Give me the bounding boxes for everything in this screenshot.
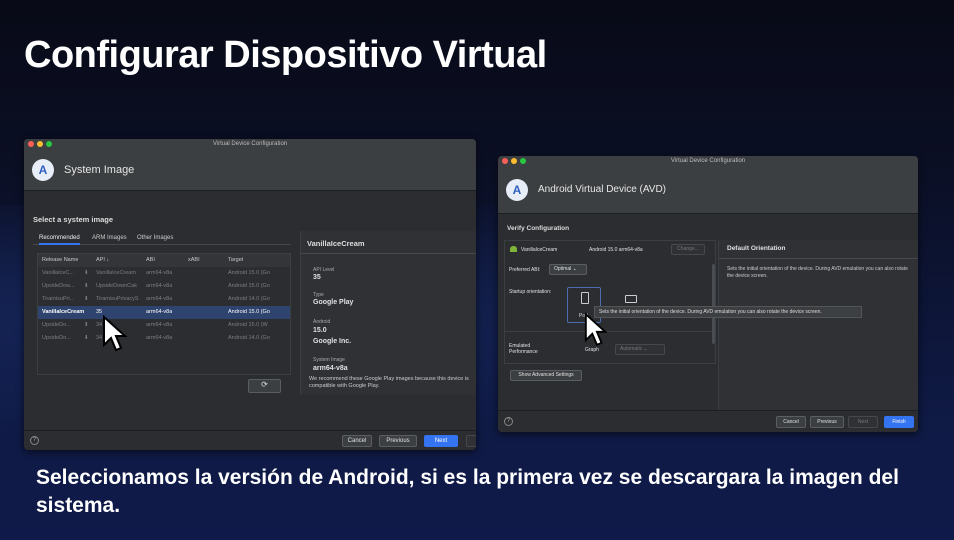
system-image-value: arm64-v8a <box>313 365 348 372</box>
api-level-label: API Level <box>313 267 335 273</box>
dialog-footer: ? Cancel Previous Next <box>24 430 476 450</box>
help-button[interactable]: ? <box>504 417 513 426</box>
scrollbar[interactable] <box>712 264 715 344</box>
help-side-panel: Default Orientation Sets the initial ori… <box>718 240 918 410</box>
refresh-icon: ⟳ <box>261 380 268 389</box>
close-window-button[interactable] <box>28 141 34 147</box>
side-text: Sets the initial orientation of the devi… <box>727 266 908 279</box>
col-target[interactable]: Target <box>228 257 243 263</box>
col-api[interactable]: API ↓ <box>96 257 109 263</box>
window-title: Virtual Device Configuration <box>212 141 288 147</box>
col-abi[interactable]: ABI <box>146 257 155 263</box>
side-title: Default Orientation <box>727 245 786 252</box>
zoom-window-button[interactable] <box>520 158 526 164</box>
mouse-cursor-icon <box>584 312 608 346</box>
table-row[interactable]: UpsideDo... ⬇ 34 arm64-v8a Android 14.0 (… <box>38 332 290 345</box>
emulated-performance-label: Emulated Performance <box>509 343 538 355</box>
orientation-tooltip: Sets the initial orientation of the devi… <box>594 306 862 318</box>
dialog-footer: ? Cancel Previous Next Finish <box>498 410 918 432</box>
detail-name: VanillaIceCream <box>307 239 365 248</box>
table-row[interactable]: VanillaIceC... ⬇ VanillaIceCream arm64-v8… <box>38 267 290 280</box>
header-title: System Image <box>64 163 135 176</box>
recommendation-text: We recommend these Google Play images be… <box>309 376 469 389</box>
tab-recommended[interactable]: Recommended <box>39 235 80 245</box>
dialog-header: A System Image <box>24 149 476 191</box>
zoom-window-button[interactable] <box>46 141 52 147</box>
next-button[interactable]: Next <box>424 435 458 447</box>
col-xabi[interactable]: xABI <box>188 257 200 263</box>
startup-orientation-label: Startup orientation: <box>509 289 552 295</box>
table-header: Release Name API ↓ ABI xABI Target <box>38 254 290 267</box>
avd-window: Virtual Device Configuration A Android V… <box>498 156 918 432</box>
close-window-button[interactable] <box>502 158 508 164</box>
device-target: Android 15.0 arm64-v8a <box>589 247 643 253</box>
table-row[interactable]: TiramisuPri... ⬇ TiramisuPrivacyS arm64-v… <box>38 293 290 306</box>
chevron-down-icon: ⌄ <box>643 346 648 352</box>
system-image-table: Release Name API ↓ ABI xABI Target Vanil… <box>37 253 291 375</box>
android-label: Android <box>313 319 331 325</box>
mouse-cursor-icon <box>103 315 128 352</box>
portrait-phone-icon <box>581 292 589 304</box>
tab-arm-images[interactable]: ARM Images <box>92 235 127 241</box>
window-titlebar: Virtual Device Configuration <box>24 139 476 149</box>
minimize-window-button[interactable] <box>37 141 43 147</box>
graphics-select[interactable]: Automatic ⌄ <box>615 344 665 355</box>
tab-other-images[interactable]: Other Images <box>137 235 173 241</box>
preferred-abi-select[interactable]: Optimal ⌄ <box>549 264 587 275</box>
type-label: Type <box>313 292 324 298</box>
section-label: Select a system image <box>33 215 114 224</box>
header-title: Android Virtual Device (AVD) <box>538 184 667 195</box>
previous-button[interactable]: Previous <box>379 435 417 447</box>
col-release-name[interactable]: Release Name <box>42 257 78 263</box>
system-image-label: System Image <box>313 357 345 363</box>
next-button[interactable]: Next <box>848 416 878 428</box>
change-button[interactable]: Change... <box>671 244 705 255</box>
refresh-button[interactable]: ⟳ <box>248 379 281 393</box>
table-row-selected[interactable]: VanillaIceCream 35 arm64-v8a Android 15.… <box>38 306 290 319</box>
slide-caption: Seleccionamos la versión de Android, si … <box>36 466 899 517</box>
window-title: Virtual Device Configuration <box>670 158 746 164</box>
image-tabs: Recommended ARM Images Other Images <box>33 233 291 245</box>
help-button[interactable]: ? <box>30 436 39 445</box>
finish-button[interactable]: Finish <box>884 416 914 428</box>
api-level-value: 35 <box>313 274 321 281</box>
window-titlebar: Virtual Device Configuration <box>498 156 918 166</box>
dialog-header: A Android Virtual Device (AVD) <box>498 166 918 214</box>
section-label: Verify Configuration <box>507 225 570 232</box>
table-row[interactable]: UpsideDo... ⬇ 34 arm64-v8a Android 15.0 (… <box>38 319 290 332</box>
previous-button[interactable]: Previous <box>810 416 844 428</box>
landscape-phone-icon <box>625 295 637 303</box>
device-name: VanillaIceCream <box>521 247 558 253</box>
cancel-button[interactable]: Cancel <box>776 416 806 428</box>
show-advanced-settings-button[interactable]: Show Advanced Settings <box>510 370 582 381</box>
android-device-icon <box>510 246 517 252</box>
android-version: 15.0 <box>313 327 327 334</box>
minimize-window-button[interactable] <box>511 158 517 164</box>
chevron-down-icon: ⌄ <box>572 266 577 272</box>
cancel-button[interactable]: Cancel <box>342 435 372 447</box>
system-image-window: Virtual Device Configuration A System Im… <box>24 139 476 450</box>
preferred-abi-label: Preferred ABI: <box>509 267 541 273</box>
image-detail-panel: VanillaIceCream API Level 35 Type Google… <box>300 231 476 395</box>
type-value: Google Play <box>313 299 354 306</box>
config-panel: VanillaIceCream Android 15.0 arm64-v8a C… <box>504 240 716 364</box>
android-studio-logo-icon: A <box>506 178 528 201</box>
table-row[interactable]: UpsideDow... ⬇ UpsideDownCak arm64-v8a An… <box>38 280 290 293</box>
android-studio-logo-icon: A <box>32 158 54 181</box>
finish-button[interactable] <box>466 435 476 447</box>
slide-title: Configurar Dispositivo Virtual <box>24 34 547 76</box>
vendor-value: Google Inc. <box>313 338 352 345</box>
